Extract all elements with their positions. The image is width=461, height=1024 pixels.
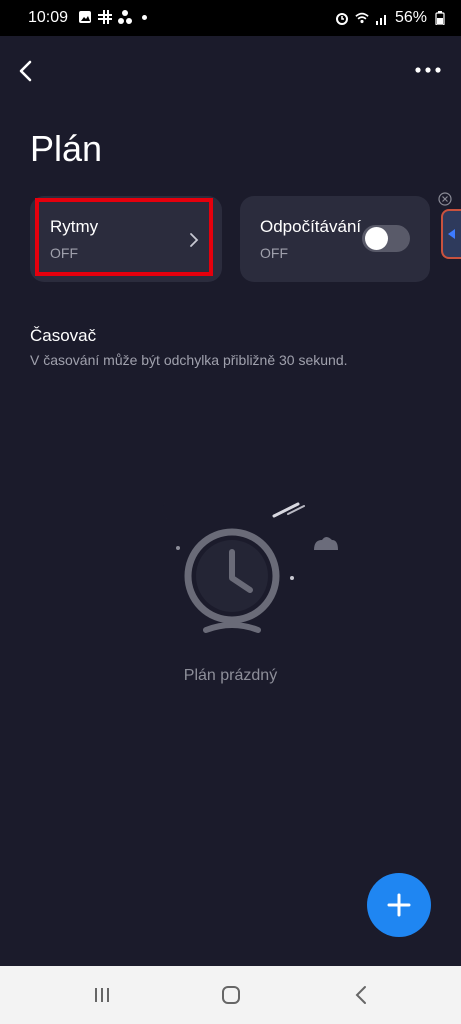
home-icon[interactable] xyxy=(219,983,243,1007)
rhythm-card[interactable]: Rytmy OFF xyxy=(30,196,222,282)
close-icon[interactable] xyxy=(438,192,452,206)
clock-night-icon xyxy=(162,500,338,633)
timer-note: V časování může být odchylka přibližně 3… xyxy=(30,352,348,368)
nodes-icon xyxy=(118,10,132,24)
chevron-right-icon xyxy=(190,233,199,247)
back-arrow-icon[interactable] xyxy=(12,54,40,88)
slack-icon xyxy=(98,10,112,24)
notification-dot xyxy=(142,14,147,20)
expand-left-icon xyxy=(448,229,455,239)
page-title: Plán xyxy=(30,128,103,169)
countdown-card: Odpočítávání OFF xyxy=(240,196,430,282)
rhythm-title: Rytmy xyxy=(50,217,99,236)
battery-percent: 56% xyxy=(394,9,427,26)
rhythm-status: OFF xyxy=(50,245,78,261)
gallery-icon xyxy=(79,11,91,23)
toggle-knob xyxy=(365,227,388,250)
add-button[interactable] xyxy=(367,873,431,937)
status-time: 10:09 xyxy=(28,9,69,26)
battery-icon xyxy=(435,11,445,25)
system-nav-bar xyxy=(0,966,461,1024)
countdown-toggle[interactable] xyxy=(362,225,410,252)
highlight-box xyxy=(35,198,213,276)
timer-heading: Časovač xyxy=(30,326,97,345)
status-bar: 10:09 56% xyxy=(0,0,461,36)
top-bar xyxy=(0,36,461,106)
countdown-status: OFF xyxy=(260,245,288,261)
more-options-icon[interactable] xyxy=(413,60,443,80)
empty-state-text: Plán prázdný xyxy=(183,667,278,684)
wifi-icon xyxy=(355,12,369,24)
countdown-title: Odpočítávání xyxy=(260,217,362,236)
signal-icon xyxy=(375,15,386,25)
side-panel-tab[interactable] xyxy=(441,209,461,259)
back-icon[interactable] xyxy=(350,983,374,1007)
alarm-icon xyxy=(335,13,348,25)
plus-icon xyxy=(387,893,411,917)
recent-apps-icon[interactable] xyxy=(90,983,114,1007)
